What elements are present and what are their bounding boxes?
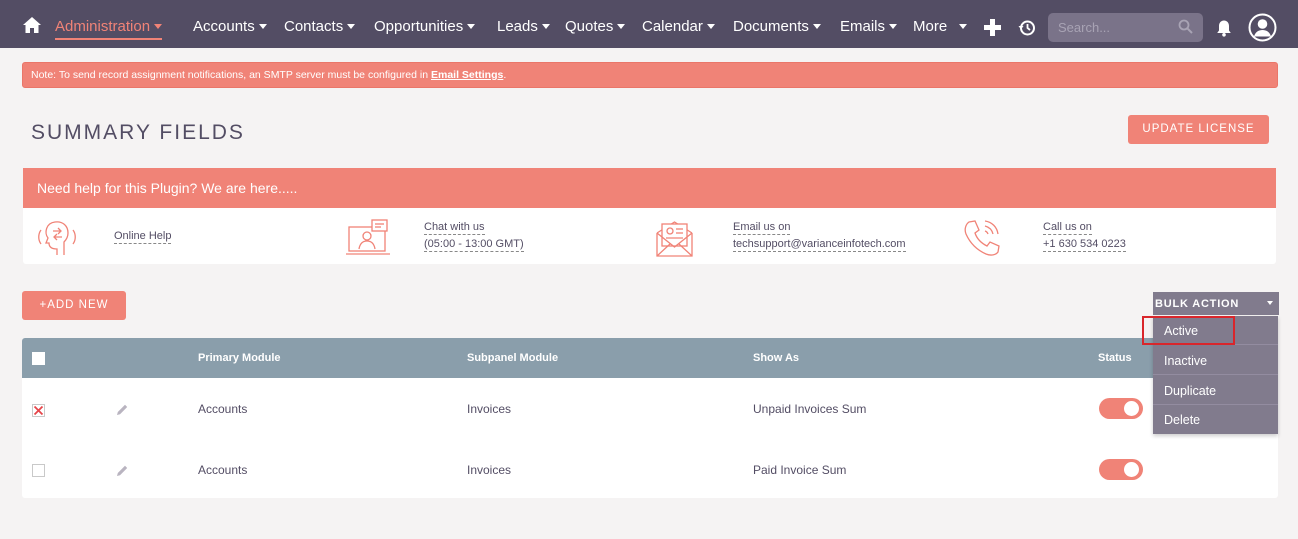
nav-leads[interactable]: Leads bbox=[497, 0, 550, 48]
chat-title-label: Chat with us bbox=[424, 221, 485, 235]
status-toggle[interactable] bbox=[1099, 398, 1143, 419]
user-icon[interactable] bbox=[1248, 13, 1277, 42]
nav-emails-label: Emails bbox=[840, 18, 886, 35]
brain-help-icon bbox=[38, 221, 76, 255]
nav-accounts-label: Accounts bbox=[193, 18, 255, 35]
menu-item-delete[interactable]: Delete bbox=[1153, 405, 1278, 434]
cell-show-as: Paid Invoice Sum bbox=[753, 463, 847, 477]
chat-hours-label: (05:00 - 13:00 GMT) bbox=[424, 238, 524, 252]
header-primary-module[interactable]: Primary Module bbox=[198, 338, 281, 378]
page-title: SUMMARY FIELDS bbox=[31, 121, 245, 144]
summary-fields-table: Primary Module Subpanel Module Show As S… bbox=[22, 338, 1278, 498]
nav-administration-label: Administration bbox=[55, 18, 151, 35]
row-checkbox-checked[interactable] bbox=[32, 404, 45, 417]
chevron-down-icon bbox=[154, 23, 163, 29]
nav-calendar[interactable]: Calendar bbox=[642, 0, 715, 48]
call-title-label: Call us on bbox=[1043, 221, 1092, 235]
chat-title: Chat with us bbox=[424, 221, 485, 235]
phone-number[interactable]: +1 630 534 0223 bbox=[1043, 238, 1126, 252]
nav-opportunities[interactable]: Opportunities bbox=[374, 0, 476, 48]
phone-number-label: +1 630 534 0223 bbox=[1043, 238, 1126, 252]
bell-icon[interactable] bbox=[1215, 19, 1233, 37]
chevron-down-icon bbox=[258, 23, 267, 29]
nav-leads-label: Leads bbox=[497, 18, 538, 35]
chevron-down-icon bbox=[959, 23, 968, 29]
menu-item-inactive[interactable]: Inactive bbox=[1153, 346, 1278, 375]
smtp-alert: Note: To send record assignment notifica… bbox=[22, 62, 1278, 88]
bulk-action-button[interactable]: BULK ACTION bbox=[1153, 292, 1279, 315]
chevron-down-icon bbox=[812, 23, 821, 29]
table-row: Accounts Invoices Unpaid Invoices Sum bbox=[22, 378, 1278, 439]
home-icon[interactable] bbox=[22, 16, 42, 34]
top-navbar: Administration Accounts Contacts Opportu… bbox=[0, 0, 1298, 48]
nav-contacts[interactable]: Contacts bbox=[284, 0, 356, 48]
header-status[interactable]: Status bbox=[1098, 338, 1132, 378]
header-subpanel-module[interactable]: Subpanel Module bbox=[467, 338, 558, 378]
chat-hours: (05:00 - 13:00 GMT) bbox=[424, 238, 524, 252]
table-header: Primary Module Subpanel Module Show As S… bbox=[22, 338, 1278, 378]
email-address-label: techsupport@varianceinfotech.com bbox=[733, 238, 906, 252]
chevron-down-icon bbox=[706, 23, 715, 29]
alert-suffix: . bbox=[503, 69, 507, 81]
help-header: Need help for this Plugin? We are here..… bbox=[23, 168, 1276, 208]
select-all-checkbox[interactable] bbox=[32, 352, 45, 365]
nav-contacts-label: Contacts bbox=[284, 18, 344, 35]
cell-show-as: Unpaid Invoices Sum bbox=[753, 402, 867, 416]
alert-text: Note: To send record assignment notifica… bbox=[31, 69, 431, 81]
bulk-action-label: BULK ACTION bbox=[1155, 298, 1240, 310]
nav-opportunities-label: Opportunities bbox=[374, 18, 464, 35]
pencil-icon[interactable] bbox=[116, 464, 129, 477]
cell-primary-module: Accounts bbox=[198, 402, 248, 416]
menu-item-duplicate[interactable]: Duplicate bbox=[1153, 376, 1278, 405]
nav-more[interactable]: More bbox=[913, 0, 968, 48]
chat-laptop-icon bbox=[346, 219, 390, 255]
highlight-box bbox=[1142, 316, 1235, 345]
nav-quotes-label: Quotes bbox=[565, 18, 614, 35]
history-icon[interactable] bbox=[1018, 19, 1036, 37]
plus-icon[interactable] bbox=[984, 19, 1001, 36]
nav-administration[interactable]: Administration bbox=[55, 0, 163, 48]
nav-accounts[interactable]: Accounts bbox=[193, 0, 267, 48]
chevron-down-icon bbox=[889, 23, 898, 29]
caret-down-icon bbox=[1267, 301, 1273, 305]
email-title: Email us on bbox=[733, 221, 791, 235]
cell-primary-module: Accounts bbox=[198, 463, 248, 477]
nav-emails[interactable]: Emails bbox=[840, 0, 898, 48]
nav-documents[interactable]: Documents bbox=[733, 0, 821, 48]
nav-documents-label: Documents bbox=[733, 18, 809, 35]
nav-quotes[interactable]: Quotes bbox=[565, 0, 626, 48]
email-link[interactable]: techsupport@varianceinfotech.com bbox=[733, 238, 906, 252]
chevron-down-icon bbox=[467, 23, 476, 29]
email-envelope-icon bbox=[656, 221, 693, 257]
email-title-label: Email us on bbox=[733, 221, 791, 235]
online-help-label: Online Help bbox=[114, 230, 172, 244]
cell-subpanel-module: Invoices bbox=[467, 463, 512, 477]
update-license-button[interactable]: UPDATE LICENSE bbox=[1128, 115, 1269, 144]
table-row: Accounts Invoices Paid Invoice Sum bbox=[22, 439, 1278, 498]
status-toggle[interactable] bbox=[1099, 459, 1143, 480]
nav-calendar-label: Calendar bbox=[642, 18, 703, 35]
pencil-icon[interactable] bbox=[116, 403, 129, 416]
call-title: Call us on bbox=[1043, 221, 1092, 235]
cell-subpanel-module: Invoices bbox=[467, 402, 512, 416]
add-new-button[interactable]: +ADD NEW bbox=[22, 291, 126, 320]
email-settings-link[interactable]: Email Settings bbox=[431, 69, 503, 81]
chevron-down-icon bbox=[617, 23, 626, 29]
header-show-as[interactable]: Show As bbox=[753, 338, 799, 378]
nav-more-label: More bbox=[913, 18, 948, 35]
search-icon[interactable] bbox=[1178, 19, 1193, 34]
chevron-down-icon bbox=[347, 23, 356, 29]
row-checkbox[interactable] bbox=[32, 464, 45, 477]
online-help-link[interactable]: Online Help bbox=[114, 230, 172, 244]
chevron-down-icon bbox=[541, 23, 550, 29]
help-panel: Need help for this Plugin? We are here..… bbox=[23, 168, 1276, 264]
phone-icon bbox=[964, 220, 1000, 256]
